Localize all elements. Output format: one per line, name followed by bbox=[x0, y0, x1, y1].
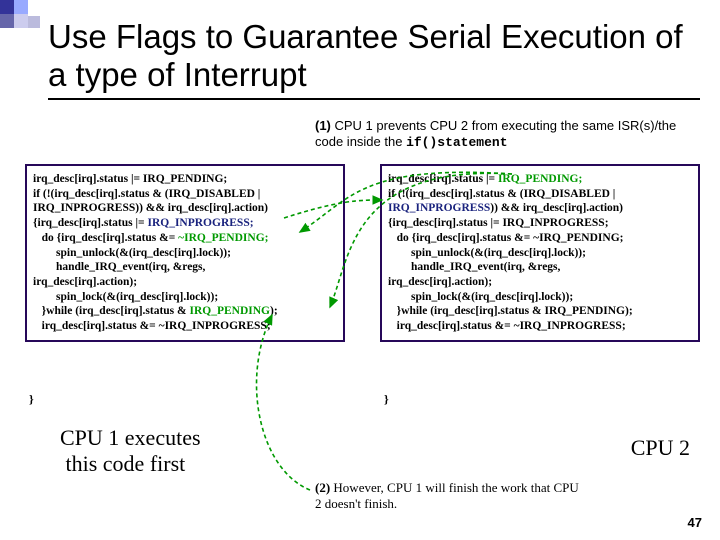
cpu2-label: CPU 2 bbox=[631, 435, 690, 461]
code-box-cpu2: irq_desc[irq].status |= IRQ_PENDING; if … bbox=[380, 164, 700, 342]
closing-brace-left: } bbox=[29, 392, 34, 407]
cpu1-label: CPU 1 executes this code first bbox=[60, 425, 201, 478]
slide-number: 47 bbox=[688, 515, 702, 530]
slide-title: Use Flags to Guarantee Serial Execution … bbox=[48, 18, 700, 100]
caption-2: (2) However, CPU 1 will finish the work … bbox=[315, 480, 585, 513]
code-box-cpu1: irq_desc[irq].status |= IRQ_PENDING; if … bbox=[25, 164, 345, 342]
decorative-squares bbox=[0, 0, 46, 28]
closing-brace-right: } bbox=[384, 392, 389, 407]
caption-1: (1) CPU 1 prevents CPU 2 from executing … bbox=[315, 118, 700, 152]
